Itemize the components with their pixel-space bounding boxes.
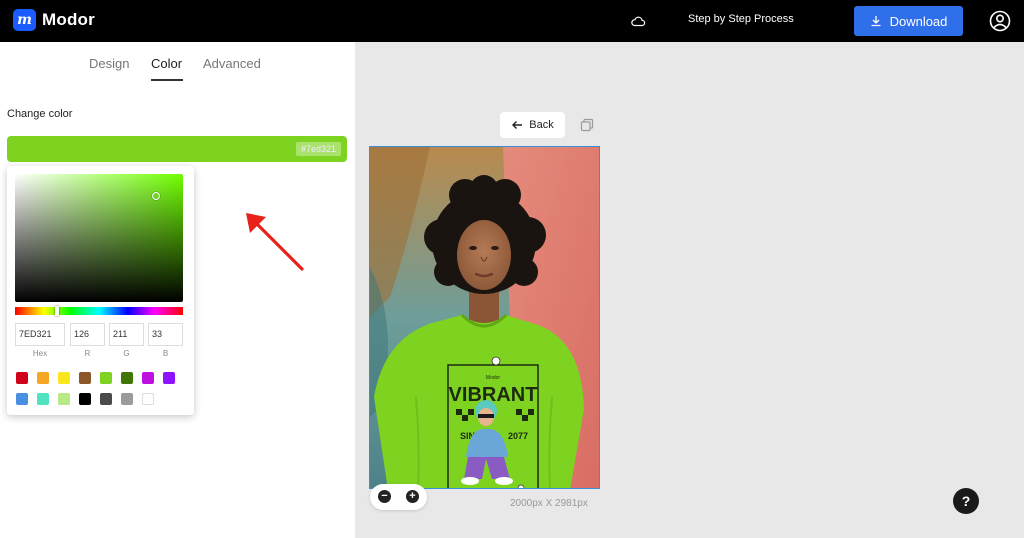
hue-slider-thumb[interactable] (55, 306, 59, 316)
step-by-step-link[interactable]: Step by Step Process (688, 13, 794, 25)
change-color-label: Change color (7, 108, 73, 120)
back-button[interactable]: Back (500, 112, 565, 138)
user-account-icon[interactable] (989, 10, 1011, 32)
color-swatch[interactable] (16, 393, 28, 405)
color-swatch[interactable] (79, 393, 91, 405)
green-input[interactable]: 211 (109, 323, 144, 346)
color-swatch[interactable] (142, 372, 154, 384)
tshirt-mockup-image: Modor VIBRANT SINCE 2077 (370, 147, 599, 488)
download-label: Download (889, 13, 948, 29)
blue-label: B (162, 349, 169, 358)
blue-input[interactable]: 33 (148, 323, 183, 346)
color-swatch[interactable] (121, 393, 133, 405)
logo-text: Modor (42, 10, 95, 29)
red-label: R (84, 349, 91, 358)
top-bar: m Modor Step by Step Process Download (0, 0, 1024, 42)
canvas-dimensions: 2000px X 2981px (510, 498, 588, 509)
color-swatch[interactable] (100, 372, 112, 384)
tab-design[interactable]: Design (89, 56, 129, 71)
hue-slider[interactable] (15, 306, 183, 316)
cloud-icon[interactable] (630, 13, 646, 29)
download-button[interactable]: Download (854, 6, 963, 36)
design-canvas[interactable]: Modor VIBRANT SINCE 2077 (369, 146, 600, 489)
current-hex-value: #7ed321 (295, 142, 341, 156)
color-swatch[interactable] (58, 372, 70, 384)
copy-icon[interactable] (580, 118, 594, 132)
tab-color[interactable]: Color (151, 56, 182, 71)
logo[interactable]: m Modor (13, 9, 95, 31)
zoom-controls: − + (370, 484, 427, 510)
saturation-area[interactable] (15, 174, 183, 302)
zoom-out-button[interactable]: − (378, 490, 391, 503)
color-swatch[interactable] (37, 393, 49, 405)
download-icon (871, 16, 881, 27)
tab-advanced[interactable]: Advanced (203, 56, 261, 71)
active-tab-indicator (151, 79, 183, 81)
arrow-left-icon (512, 121, 523, 129)
color-swatch[interactable] (142, 393, 154, 405)
help-button[interactable]: ? (953, 488, 979, 514)
color-swatch[interactable] (163, 372, 175, 384)
hex-input[interactable]: 7ED321 (15, 323, 65, 346)
print-small-text: Modor (486, 375, 501, 381)
green-label: G (123, 349, 130, 358)
logo-mark: m (13, 9, 36, 31)
back-label: Back (529, 119, 554, 131)
red-annotation-arrow (246, 213, 304, 271)
color-swatch[interactable] (121, 372, 133, 384)
color-swatch[interactable] (16, 372, 28, 384)
red-input[interactable]: 126 (70, 323, 105, 346)
color-swatch[interactable] (58, 393, 70, 405)
color-swatch[interactable] (37, 372, 49, 384)
hex-label: Hex (32, 349, 48, 358)
print-year-text: 2077 (508, 431, 528, 441)
color-swatch[interactable] (79, 372, 91, 384)
zoom-in-button[interactable]: + (406, 490, 419, 503)
current-color-bar[interactable]: #7ed321 (7, 136, 347, 162)
color-picker-popup: 7ED321 126 211 33 Hex R G B (7, 166, 194, 415)
left-panel: Design Color Advanced Change color #7ed3… (0, 42, 355, 538)
saturation-cursor[interactable] (152, 191, 161, 200)
color-swatch[interactable] (100, 393, 112, 405)
